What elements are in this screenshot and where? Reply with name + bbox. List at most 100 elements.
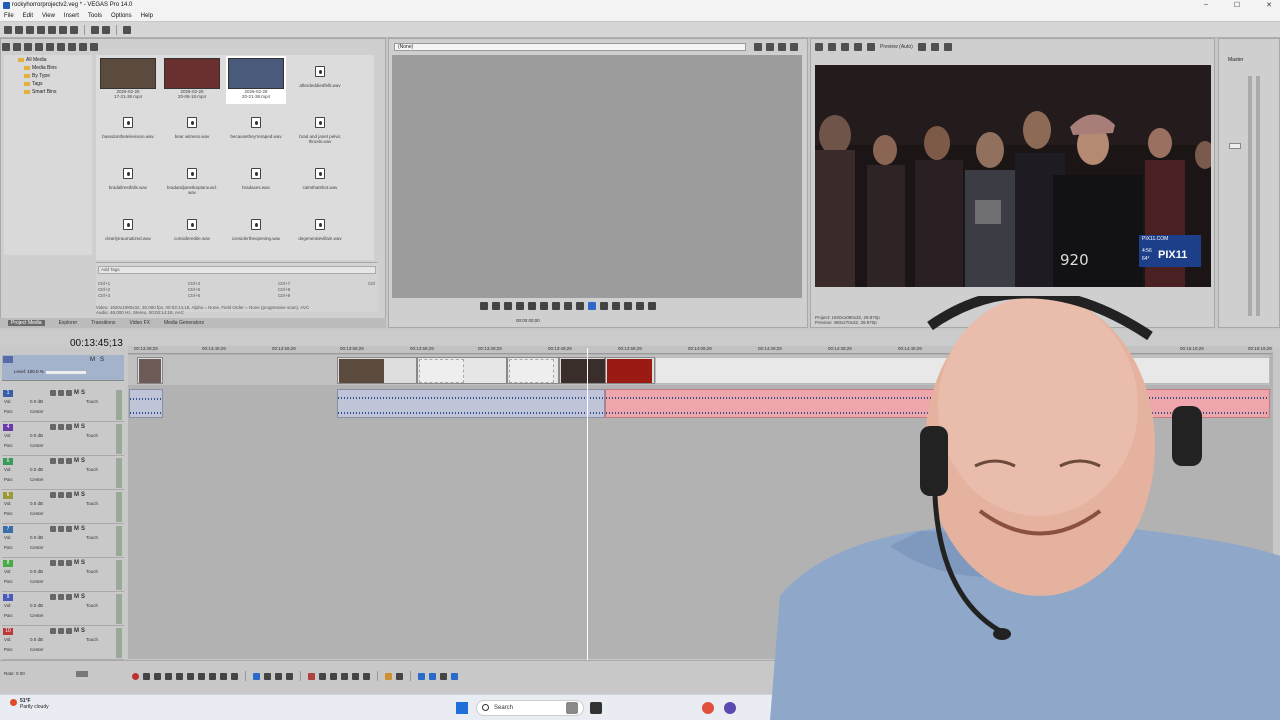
record-arm-icon[interactable]: [50, 390, 56, 396]
mute-button[interactable]: M: [74, 526, 79, 532]
maximize-button[interactable]: ☐: [1234, 1, 1240, 9]
preview-tool-icon[interactable]: [828, 43, 836, 51]
tab-transitions[interactable]: Transitions: [91, 320, 115, 326]
preview-quality-dropdown[interactable]: Preview (Auto): [880, 44, 913, 50]
split-icon[interactable]: [352, 672, 359, 680]
track-fx-icon[interactable]: [58, 390, 64, 396]
taskbar-app-icon[interactable]: [724, 702, 736, 714]
level-slider[interactable]: [46, 371, 86, 374]
automation-icon[interactable]: [66, 390, 72, 396]
settings-icon[interactable]: [70, 25, 78, 34]
audio-track-header[interactable]: 8 M S Vol: 0.0 dB Touch Pan: Center: [2, 559, 124, 592]
trimmer-icon[interactable]: [754, 43, 762, 51]
track-fx-icon[interactable]: [58, 458, 64, 464]
windows-start-icon[interactable]: [456, 702, 468, 714]
volume-value[interactable]: 0.0 dB: [30, 603, 43, 608]
solo-button[interactable]: S: [81, 526, 85, 532]
media-item[interactable]: becausethey'reraped.wav: [226, 109, 286, 157]
video-clip[interactable]: [559, 357, 606, 384]
media-item[interactable]: 2026-02-28 20-06-18.mp4: [162, 58, 222, 106]
playhead-cursor[interactable]: [587, 348, 588, 660]
go-to-end-icon[interactable]: [209, 672, 216, 680]
rate-slider[interactable]: [76, 671, 88, 677]
selection-tool-icon[interactable]: [275, 672, 282, 680]
overlays-icon[interactable]: [917, 43, 926, 51]
loop-icon[interactable]: [480, 302, 488, 310]
volume-value[interactable]: 0.0 dB: [30, 535, 43, 540]
trim-icon[interactable]: [319, 672, 326, 680]
play-icon[interactable]: [57, 43, 65, 51]
track-fx-icon[interactable]: [58, 526, 64, 532]
tab-explorer[interactable]: Explorer: [59, 320, 78, 326]
menu-edit[interactable]: Edit: [23, 13, 33, 19]
solo-button[interactable]: S: [81, 628, 85, 634]
automation-mode[interactable]: Touch: [86, 569, 98, 574]
play-icon[interactable]: [504, 302, 512, 310]
media-item-selected[interactable]: 2026-02-28 20-21-38.mp4: [226, 56, 286, 104]
automation-icon[interactable]: [66, 424, 72, 430]
views-icon[interactable]: [79, 43, 87, 51]
tab-media-generators[interactable]: Media Generators: [164, 320, 204, 326]
automation-icon[interactable]: [66, 458, 72, 464]
preview-tool-icon[interactable]: [867, 43, 875, 51]
solo-button[interactable]: S: [81, 492, 85, 498]
solo-button[interactable]: S: [81, 458, 85, 464]
trim-end-icon[interactable]: [341, 672, 348, 680]
automation-mode[interactable]: Touch: [86, 637, 98, 642]
prev-frame-icon[interactable]: [540, 302, 548, 310]
record-arm-icon[interactable]: [50, 526, 56, 532]
automation-mode[interactable]: Touch: [86, 399, 98, 404]
render-icon[interactable]: [48, 25, 56, 34]
tab-project-media[interactable]: Project Media: [8, 320, 45, 326]
menu-help[interactable]: Help: [141, 13, 153, 19]
automation-icon[interactable]: [66, 560, 72, 566]
audio-track-header[interactable]: 6 M S Vol: 0.0 dB Touch Pan: Center: [2, 457, 124, 490]
track-fx-icon[interactable]: [58, 594, 64, 600]
pan-value[interactable]: Center: [30, 545, 44, 550]
volume-value[interactable]: 0.0 dB: [30, 637, 43, 642]
delete-icon[interactable]: [308, 672, 315, 680]
insert-marker-icon[interactable]: [385, 672, 392, 680]
menu-file[interactable]: File: [4, 13, 14, 19]
record-arm-icon[interactable]: [50, 492, 56, 498]
solo-button[interactable]: S: [100, 357, 104, 363]
trimmer-media-select[interactable]: (None): [394, 43, 746, 51]
zoom-tool-icon[interactable]: [286, 672, 293, 680]
trimmer-icon[interactable]: [778, 43, 786, 51]
record-arm-icon[interactable]: [50, 458, 56, 464]
volume-value[interactable]: 0.0 dB: [30, 467, 43, 472]
new-project-icon[interactable]: [4, 25, 12, 34]
automation-icon[interactable]: [66, 492, 72, 498]
trimmer-icon[interactable]: [766, 43, 774, 51]
pause-icon[interactable]: [176, 672, 183, 680]
media-item[interactable]: bradandjanetkeptaround. wav: [162, 160, 222, 208]
mute-button[interactable]: M: [74, 628, 79, 634]
brave-browser-icon[interactable]: [702, 702, 714, 714]
pan-value[interactable]: Center: [30, 443, 44, 448]
taskbar-app-icon[interactable]: [566, 702, 578, 714]
tree-all-media[interactable]: All Media: [18, 57, 47, 63]
pan-value[interactable]: Center: [30, 511, 44, 516]
video-clip[interactable]: [605, 357, 655, 384]
mute-button[interactable]: M: [74, 594, 79, 600]
volume-value[interactable]: 0.0 dB: [30, 501, 43, 506]
save-icon[interactable]: [26, 25, 34, 34]
mute-button[interactable]: M: [74, 390, 79, 396]
automation-icon[interactable]: [66, 594, 72, 600]
video-clip[interactable]: [337, 357, 417, 384]
properties-icon[interactable]: [59, 25, 67, 34]
mute-button[interactable]: M: [74, 492, 79, 498]
media-item[interactable]: calmthatshot.wav: [290, 160, 350, 208]
solo-button[interactable]: S: [81, 560, 85, 566]
audio-track-header[interactable]: 4 M S Vol: 0.0 dB Touch Pan: Center: [2, 423, 124, 456]
play-from-start-icon[interactable]: [492, 302, 500, 310]
media-item[interactable]: degeneratevillain.wav: [290, 211, 350, 259]
track-fx-icon[interactable]: [58, 628, 64, 634]
trimmer-tool-icon[interactable]: [612, 302, 620, 310]
settings-icon[interactable]: [815, 43, 823, 51]
next-frame-icon[interactable]: [231, 672, 238, 680]
media-item[interactable]: consideredite.wav: [162, 211, 222, 259]
tags-input[interactable]: Add Tags: [98, 266, 376, 274]
add-to-timeline-icon[interactable]: [588, 302, 596, 310]
solo-button[interactable]: S: [81, 594, 85, 600]
